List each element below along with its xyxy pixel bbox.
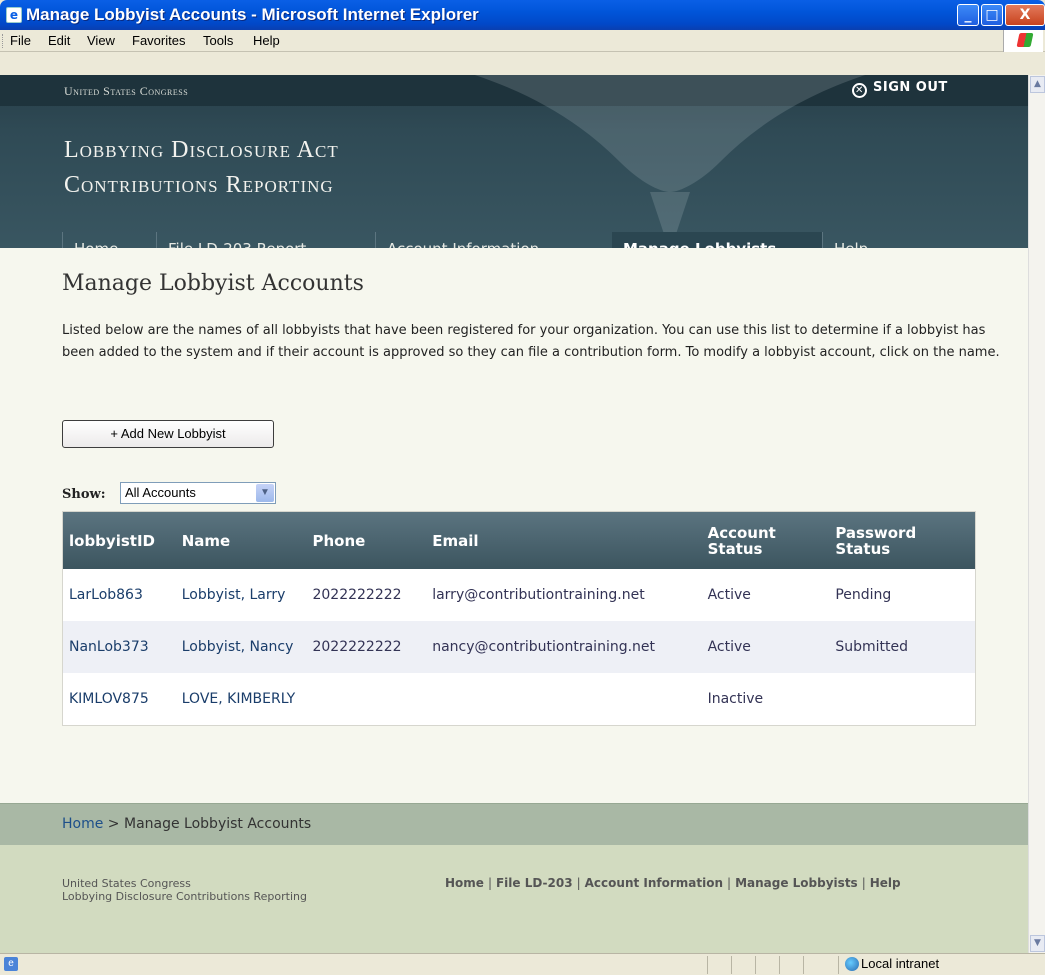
- menu-tools[interactable]: Tools: [203, 33, 233, 48]
- main-content: Manage Lobbyist Accounts Listed below ar…: [0, 248, 1028, 803]
- footer-line1: United States Congress: [62, 877, 191, 890]
- cell-lobbyist-id: NanLob373: [69, 639, 149, 655]
- ie-window: e Manage Lobbyist Accounts - Microsoft I…: [0, 0, 1045, 975]
- breadcrumb-current: Manage Lobbyist Accounts: [123, 816, 312, 832]
- security-zone: Local intranet: [845, 956, 939, 971]
- menu-file[interactable]: File: [10, 33, 31, 48]
- table-row[interactable]: LarLob863 Lobbyist, Larry 2022222222 lar…: [63, 569, 975, 621]
- cell-lobbyist-id: LarLob863: [69, 587, 143, 603]
- windows-logo-icon: [1003, 30, 1043, 52]
- cell-account-status: Active: [707, 639, 751, 655]
- ie-page-icon: e: [6, 7, 22, 23]
- status-cell: [803, 956, 804, 974]
- title-bar: e Manage Lobbyist Accounts - Microsoft I…: [0, 0, 1045, 30]
- col-header-account-status[interactable]: Account Status: [702, 512, 830, 569]
- breadcrumb-separator: >: [107, 816, 120, 832]
- toolbar-grip: [2, 34, 5, 48]
- cell-email: larry@contributiontraining.net: [432, 587, 645, 603]
- window-title: Manage Lobbyist Accounts - Microsoft Int…: [26, 5, 479, 24]
- col-header-email[interactable]: Email: [426, 512, 701, 569]
- col-header-phone[interactable]: Phone: [306, 512, 426, 569]
- cell-email: nancy@contributiontraining.net: [432, 639, 656, 655]
- cell-phone: 2022222222: [312, 587, 402, 603]
- menu-favorites[interactable]: Favorites: [132, 33, 185, 48]
- status-cell: [731, 956, 732, 974]
- cell-password-status: Submitted: [835, 639, 908, 655]
- menu-edit[interactable]: Edit: [48, 33, 70, 48]
- col-header-password-status[interactable]: Password Status: [829, 512, 975, 569]
- nav-manage-lobbyists[interactable]: Manage Lobbyists: [612, 232, 822, 248]
- scroll-down-icon[interactable]: ▼: [1030, 935, 1045, 952]
- table-row[interactable]: NanLob373 Lobbyist, Nancy 2022222222 nan…: [63, 621, 975, 673]
- status-cell: [838, 956, 839, 974]
- breadcrumb: Home > Manage Lobbyist Accounts: [0, 803, 1028, 845]
- table-header: lobbyistID Name Phone Email Account Stat…: [63, 512, 975, 569]
- status-cell: [755, 956, 756, 974]
- lobbyist-table: lobbyistID Name Phone Email Account Stat…: [62, 511, 976, 726]
- footer-link-home[interactable]: Home: [445, 876, 484, 890]
- chevron-down-icon[interactable]: ▼: [256, 484, 274, 502]
- footer-link-manage-lobbyists[interactable]: Manage Lobbyists: [735, 876, 858, 890]
- close-circle-icon: ✕: [852, 83, 867, 98]
- org-name: United States Congress: [64, 84, 189, 98]
- site-title-line1: Lobbying Disclosure Act: [64, 137, 339, 163]
- site-title-line2: Contributions Reporting: [64, 172, 334, 198]
- close-button[interactable]: X: [1005, 4, 1045, 26]
- site-footer: United States Congress Lobbying Disclosu…: [0, 845, 1028, 953]
- status-bar: e Local intranet: [0, 953, 1045, 975]
- scroll-up-icon[interactable]: ▲: [1030, 76, 1045, 93]
- add-new-lobbyist-button[interactable]: + Add New Lobbyist: [62, 420, 274, 448]
- vertical-scrollbar[interactable]: ▲ ▼: [1028, 75, 1045, 953]
- footer-link-help[interactable]: Help: [870, 876, 901, 890]
- show-filter-select[interactable]: All Accounts ▼: [120, 482, 276, 504]
- minimize-button[interactable]: _: [957, 4, 979, 26]
- breadcrumb-trail: Home > Manage Lobbyist Accounts: [62, 816, 311, 832]
- cell-password-status: Pending: [835, 587, 892, 603]
- menu-help[interactable]: Help: [253, 33, 280, 48]
- cell-name-link[interactable]: LOVE, KIMBERLY: [176, 673, 307, 725]
- menu-view[interactable]: View: [87, 33, 115, 48]
- cell-name-link[interactable]: Lobbyist, Larry: [176, 569, 307, 621]
- intro-text: Listed below are the names of all lobbyi…: [62, 323, 1000, 360]
- site-header: United States Congress ✕ SIGN OUT Lobbyin…: [0, 75, 1028, 248]
- eagle-watermark-icon: [474, 75, 866, 248]
- nav-account-information[interactable]: Account Information: [375, 232, 550, 248]
- nav-file-ld203[interactable]: File LD-203 Report: [156, 232, 317, 248]
- footer-links: Home | File LD-203 | Account Information | Man…: [445, 876, 901, 890]
- sign-out-link[interactable]: ✕ SIGN OUT: [852, 80, 948, 98]
- sign-out-label: SIGN OUT: [873, 80, 948, 95]
- show-filter-value: All Accounts: [125, 485, 196, 500]
- cell-lobbyist-id: KIMLOV875: [69, 691, 149, 707]
- maximize-button[interactable]: □: [981, 4, 1003, 26]
- col-header-lobbyistid[interactable]: lobbyistID: [63, 512, 176, 569]
- zone-label: Local intranet: [861, 956, 940, 971]
- status-cell: [779, 956, 780, 974]
- page-status-icon: e: [4, 957, 18, 971]
- page-viewport: United States Congress ✕ SIGN OUT Lobbyin…: [0, 75, 1028, 953]
- table-row[interactable]: KIMLOV875 LOVE, KIMBERLY Inactive: [63, 673, 975, 725]
- menu-bar: File Edit View Favorites Tools Help: [0, 30, 1045, 52]
- globe-icon: [845, 957, 859, 971]
- nav-help[interactable]: Help: [822, 232, 879, 248]
- cell-phone: [306, 673, 426, 725]
- footer-line2: Lobbying Disclosure Contributions Report…: [62, 890, 307, 903]
- nav-home[interactable]: Home: [62, 232, 129, 248]
- footer-org: United States Congress Lobbying Disclosu…: [62, 877, 307, 903]
- breadcrumb-home-link[interactable]: Home: [62, 816, 103, 832]
- cell-name-link[interactable]: Lobbyist, Nancy: [176, 621, 307, 673]
- page-title: Manage Lobbyist Accounts: [62, 271, 364, 296]
- cell-password-status: [829, 673, 975, 725]
- cell-account-status: Inactive: [707, 691, 764, 707]
- cell-phone: 2022222222: [312, 639, 402, 655]
- cell-account-status: Active: [707, 587, 751, 603]
- col-header-name[interactable]: Name: [176, 512, 307, 569]
- footer-link-account-information[interactable]: Account Information: [585, 876, 723, 890]
- show-label: Show:: [62, 487, 106, 502]
- cell-email: [426, 673, 701, 725]
- status-cell: [707, 956, 708, 974]
- footer-link-file-ld203[interactable]: File LD-203: [496, 876, 573, 890]
